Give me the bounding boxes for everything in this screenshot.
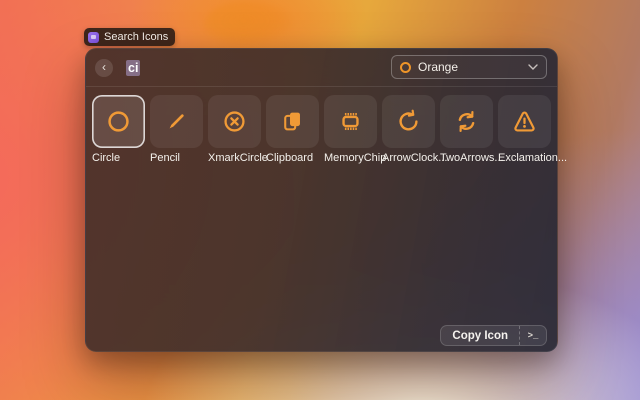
icon-label: ArrowClock... (382, 152, 435, 164)
icon-label: MemoryChip (324, 152, 377, 164)
orange-circle-icon (400, 62, 411, 73)
search-icons-tooltip: Search Icons (84, 28, 175, 46)
arrow-clockwise-icon[interactable] (382, 95, 435, 148)
pencil-icon[interactable] (150, 95, 203, 148)
window-header: ‹ ci Orange (86, 49, 557, 86)
exclamation-triangle-icon[interactable] (498, 95, 551, 148)
icon-label: Clipboard (266, 152, 319, 164)
icon-result-pencil[interactable]: Pencil (150, 95, 203, 164)
copy-icon-button[interactable]: Copy Icon (441, 326, 519, 345)
icon-result-twoarrows[interactable]: TwoArrows... (440, 95, 493, 164)
search-input[interactable]: ci (126, 60, 140, 76)
copy-icon-label: Copy Icon (452, 330, 508, 342)
color-filter-dropdown[interactable]: Orange (391, 55, 547, 79)
icon-grid: Circle Pencil XmarkCircle (86, 87, 557, 164)
chevron-left-icon: ‹ (102, 61, 106, 73)
icon-label: Pencil (150, 152, 203, 164)
icon-result-memorychip[interactable]: MemoryChip (324, 95, 377, 164)
icon-result-clipboard[interactable]: Clipboard (266, 95, 319, 164)
clipboard-icon[interactable] (266, 95, 319, 148)
icon-result-xmarkcircle[interactable]: XmarkCircle (208, 95, 261, 164)
xmark-circle-icon[interactable] (208, 95, 261, 148)
icon-result-circle[interactable]: Circle (92, 95, 145, 164)
two-arrows-circle-icon[interactable] (440, 95, 493, 148)
back-button[interactable]: ‹ (95, 59, 113, 77)
icon-result-exclamation[interactable]: Exclamation... (498, 95, 551, 164)
circle-icon[interactable] (92, 95, 145, 148)
wallpaper-blob (204, 1, 292, 45)
icon-result-arrowclockwise[interactable]: ArrowClock... (382, 95, 435, 164)
icon-label: Circle (92, 152, 145, 164)
icon-search-window: ‹ ci Orange Circle Pencil (85, 48, 558, 352)
copy-icon-split-button[interactable]: Copy Icon >_ (440, 325, 547, 346)
icon-label: TwoArrows... (440, 152, 493, 164)
chevron-down-icon (528, 64, 538, 70)
icon-label: XmarkCircle (208, 152, 261, 164)
icon-label: Exclamation... (498, 152, 551, 164)
tooltip-label: Search Icons (104, 31, 168, 43)
terminal-prompt-icon[interactable]: >_ (519, 326, 546, 345)
extension-icon (88, 32, 99, 43)
memory-chip-icon[interactable] (324, 95, 377, 148)
dropdown-selected-value: Orange (418, 60, 521, 74)
